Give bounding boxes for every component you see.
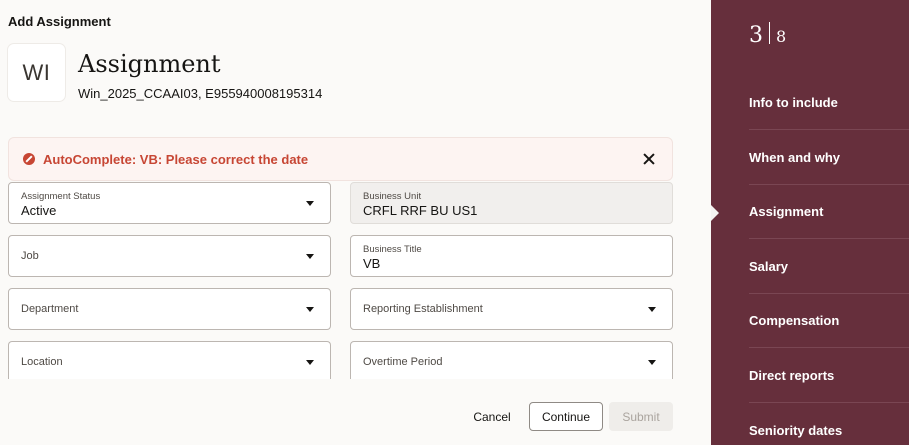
field-label: Reporting Establishment — [363, 303, 483, 315]
business-title-input[interactable]: Business Title VB — [350, 235, 673, 277]
sidebar-item-label: Seniority dates — [749, 422, 843, 438]
field-label: Location — [21, 356, 63, 368]
reporting-establishment-select[interactable]: Reporting Establishment — [350, 288, 673, 330]
sidebar-item-info-to-include[interactable]: Info to include — [749, 76, 909, 130]
step-counter: 38 — [749, 22, 786, 48]
sidebar-item-label: Direct reports — [749, 368, 835, 383]
total-steps: 8 — [776, 27, 787, 46]
location-select[interactable]: Location — [8, 341, 331, 379]
sidebar-item-label: When and why — [749, 150, 840, 165]
sidebar-item-compensation[interactable]: Compensation — [749, 294, 909, 348]
main-panel: Add Assignment WI Assignment Win_2025_CC… — [0, 0, 711, 445]
chevron-down-icon[interactable] — [306, 201, 314, 206]
sidebar-item-assignment[interactable]: Assignment — [749, 185, 909, 239]
sidebar-item-seniority-dates[interactable]: Seniority dates — [749, 403, 909, 445]
avatar: WI — [8, 44, 65, 101]
chevron-down-icon[interactable] — [648, 307, 656, 312]
active-step-pointer — [711, 205, 719, 221]
sidebar-item-label: Compensation — [749, 313, 840, 328]
chevron-down-icon[interactable] — [306, 254, 314, 259]
submit-button[interactable]: Submit — [609, 402, 673, 431]
chevron-down-icon[interactable] — [648, 360, 656, 365]
field-label: Department — [21, 303, 79, 315]
field-value[interactable]: VB — [363, 256, 380, 271]
current-step: 3 — [749, 23, 763, 48]
chevron-down-icon[interactable] — [306, 307, 314, 312]
job-select[interactable]: Job — [8, 235, 331, 277]
cancel-button[interactable]: Cancel — [466, 402, 518, 431]
field-label: Assignment Status — [21, 191, 101, 202]
page-subtitle: Win_2025_CCAAI03, E955940008195314 — [78, 86, 323, 101]
sidebar-item-salary[interactable]: Salary — [749, 240, 909, 294]
assignment-status-select[interactable]: Assignment Status Active — [8, 182, 331, 224]
sidebar-item-label: Assignment — [749, 204, 824, 219]
business-unit-field: Business Unit CRFL RRF BU US1 — [350, 182, 673, 224]
error-banner: AutoComplete: VB: Please correct the dat… — [8, 137, 673, 181]
field-label: Business Title — [363, 244, 422, 255]
field-label: Job — [21, 250, 39, 262]
step-divider — [769, 22, 770, 44]
continue-button[interactable]: Continue — [529, 402, 603, 431]
page-title: Assignment — [78, 50, 221, 78]
step-sidebar: 38 Info to include When and why Assignme… — [711, 0, 909, 445]
field-label: Overtime Period — [363, 356, 443, 368]
error-icon — [23, 153, 35, 165]
page-header: Add Assignment — [8, 14, 111, 29]
sidebar-item-direct-reports[interactable]: Direct reports — [749, 349, 909, 403]
department-select[interactable]: Department — [8, 288, 331, 330]
field-value: Active — [21, 203, 57, 218]
sidebar-item-label: Info to include — [749, 95, 838, 110]
field-value: CRFL RRF BU US1 — [363, 203, 478, 218]
field-label: Business Unit — [363, 191, 422, 202]
sidebar-item-when-and-why[interactable]: When and why — [749, 131, 909, 185]
sidebar-item-label: Salary — [749, 259, 789, 274]
error-message: AutoComplete: VB: Please correct the dat… — [43, 151, 309, 167]
overtime-period-select[interactable]: Overtime Period — [350, 341, 673, 379]
chevron-down-icon[interactable] — [306, 360, 314, 365]
close-icon[interactable] — [640, 150, 658, 168]
